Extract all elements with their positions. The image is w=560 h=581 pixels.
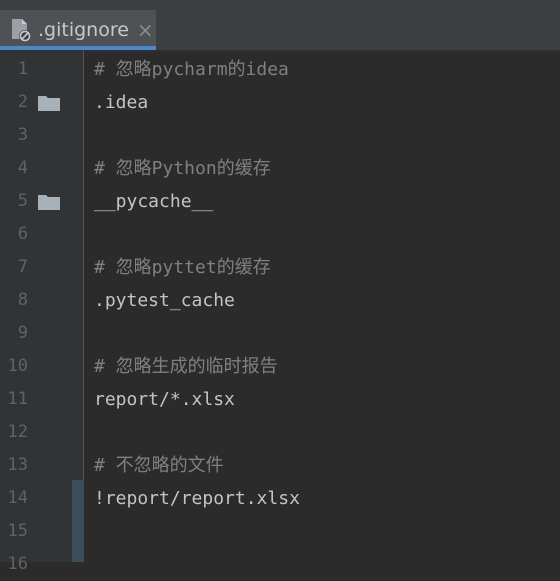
code-line[interactable]: 15 xyxy=(0,515,560,548)
close-icon[interactable]: × xyxy=(137,18,154,42)
line-number: 6 xyxy=(17,224,28,244)
folder-icon xyxy=(37,193,61,211)
ignore-pattern: !report/report.xlsx xyxy=(94,488,300,509)
line-number: 7 xyxy=(17,257,28,277)
comment-text: # 忽略Python的缓存 xyxy=(94,158,271,179)
comment-text: # 忽略pyttet的缓存 xyxy=(94,257,271,278)
line-number: 5 xyxy=(17,191,28,211)
code-line[interactable]: 6 xyxy=(0,218,560,251)
tab-gitignore[interactable]: .gitignore × xyxy=(0,10,156,50)
ignore-pattern: .pytest_cache xyxy=(94,290,235,311)
code-line[interactable]: 4 # 忽略Python的缓存 xyxy=(0,152,560,185)
code-line[interactable]: 1 # 忽略pycharm的idea xyxy=(0,53,560,86)
tab-filename: .gitignore xyxy=(38,19,129,41)
code-line[interactable]: 16 xyxy=(0,548,560,581)
code-line[interactable]: 7 # 忽略pyttet的缓存 xyxy=(0,251,560,284)
code-line[interactable]: 9 xyxy=(0,317,560,350)
line-number: 9 xyxy=(17,323,28,343)
ignore-pattern: report/*.xlsx xyxy=(94,389,235,410)
ignore-pattern: .idea xyxy=(94,92,149,113)
code-line[interactable]: 13 # 不忽略的文件 xyxy=(0,449,560,482)
line-number: 15 xyxy=(7,521,28,541)
line-number: 14 xyxy=(7,488,28,508)
code-line[interactable]: 3 xyxy=(0,119,560,152)
comment-text: # 忽略pycharm的idea xyxy=(94,59,289,80)
code-line[interactable]: 14 !report/report.xlsx xyxy=(0,482,560,515)
line-number: 11 xyxy=(7,389,28,409)
code-line[interactable]: 12 xyxy=(0,416,560,449)
code-line[interactable]: 5 __pycache__ xyxy=(0,185,560,218)
line-number: 16 xyxy=(7,554,28,574)
line-number: 8 xyxy=(17,290,28,310)
code-line[interactable]: 8 .pytest_cache xyxy=(0,284,560,317)
line-number: 4 xyxy=(17,158,28,178)
code-editor[interactable]: 1 # 忽略pycharm的idea 2 .idea 3 4 # 忽略Python的缓存 5 _… xyxy=(0,51,560,574)
comment-text: # 不忽略的文件 xyxy=(94,455,224,476)
gitignore-file-icon xyxy=(10,18,32,42)
editor-tab-bar: .gitignore × xyxy=(0,10,560,51)
comment-text: # 忽略生成的临时报告 xyxy=(94,356,278,377)
code-line[interactable]: 11 report/*.xlsx xyxy=(0,383,560,416)
line-number: 2 xyxy=(17,92,28,112)
line-number: 13 xyxy=(7,455,28,475)
line-number: 12 xyxy=(7,422,28,442)
folder-icon xyxy=(37,94,61,112)
line-number: 10 xyxy=(7,356,28,376)
title-strip xyxy=(0,0,560,10)
code-line[interactable]: 10 # 忽略生成的临时报告 xyxy=(0,350,560,383)
line-number: 3 xyxy=(17,125,28,145)
line-number: 1 xyxy=(17,59,28,79)
ignore-pattern: __pycache__ xyxy=(94,191,214,212)
code-line[interactable]: 2 .idea xyxy=(0,86,560,119)
active-tab-indicator xyxy=(0,46,156,50)
